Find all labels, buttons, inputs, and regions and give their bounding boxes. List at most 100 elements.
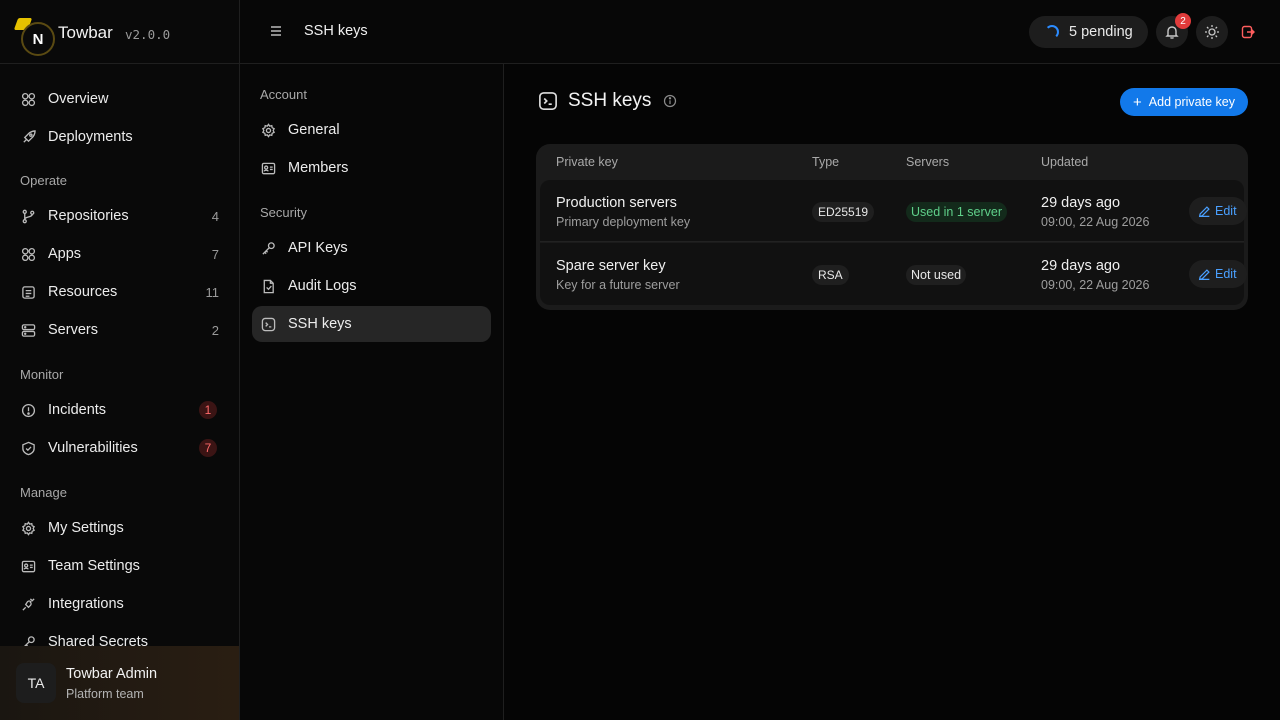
gear-icon <box>260 122 276 138</box>
sun-icon <box>1205 25 1219 39</box>
sidebar-item-count: 7 <box>211 246 219 262</box>
key-icon <box>260 240 276 256</box>
sidebar-item-team-settings[interactable]: Team Settings <box>0 547 239 585</box>
theme-toggle-button[interactable] <box>1196 16 1228 48</box>
brand-header: N Towbar v2.0.0 <box>0 0 239 64</box>
sidebar-item-apps[interactable]: Apps 7 <box>0 235 239 273</box>
sidebar-item-resources[interactable]: Resources 11 <box>0 273 239 311</box>
brand-name: Towbar <box>58 23 113 42</box>
subnav-item-ssh-keys[interactable]: SSH keys <box>252 306 491 342</box>
menu-icon[interactable] <box>270 24 282 38</box>
column-header-updated: Updated <box>1041 155 1089 169</box>
page-title: SSH keys <box>568 90 652 111</box>
subnav-item-general[interactable]: General <box>252 112 491 148</box>
sidebar-item-incidents[interactable]: Incidents 1 <box>0 391 239 429</box>
column-header-private-key: Private key <box>556 155 618 169</box>
user-card[interactable]: TA Towbar Admin Platform team <box>0 646 239 720</box>
notifications-button[interactable]: 2 <box>1156 13 1191 48</box>
shield-icon <box>20 440 36 456</box>
spinner-icon <box>1045 25 1059 39</box>
sidebar-item-label: Apps <box>48 246 82 262</box>
sidebar-item-servers[interactable]: Servers 2 <box>0 311 239 349</box>
subnav-item-label: SSH keys <box>288 316 352 332</box>
plug-icon <box>20 596 36 612</box>
subnav-item-members[interactable]: Members <box>252 150 491 186</box>
avatar: TA <box>16 663 56 703</box>
subnav-item-label: Members <box>288 160 349 176</box>
sidebar-item-count: 4 <box>211 208 219 224</box>
servers-usage-badge: Used in 1 server <box>906 202 1008 222</box>
subnav-item-label: Audit Logs <box>288 278 357 294</box>
ssh-keys-table: Private key Type Servers Updated Product… <box>536 144 1248 310</box>
database-icon <box>20 284 36 300</box>
page-breadcrumb: SSH keys <box>304 23 368 39</box>
alert-circle-icon <box>20 402 36 418</box>
sidebar-item-label: Team Settings <box>48 558 140 574</box>
updated-relative: 29 days ago <box>1041 195 1121 211</box>
info-icon[interactable] <box>663 94 677 108</box>
sidebar-item-label: Incidents <box>48 402 107 418</box>
updated-absolute: 09:00, 22 Aug 2026 <box>1041 278 1150 292</box>
sidebar: N Towbar v2.0.0 Overview Deployments Ope… <box>0 0 240 720</box>
subnav-group-security: Security <box>260 205 307 220</box>
brand-logo[interactable]: N <box>21 22 55 56</box>
servers-usage-badge: Not used <box>906 265 967 285</box>
user-meta: Towbar Admin Platform team <box>66 666 157 701</box>
sidebar-item-label: My Settings <box>48 520 124 536</box>
add-private-key-button[interactable]: + Add private key <box>1120 88 1248 116</box>
key-description: Key for a future server <box>556 278 680 292</box>
terminal-icon <box>260 316 276 332</box>
sidebar-item-label: Integrations <box>48 596 124 612</box>
table-row[interactable]: Production servers Primary deployment ke… <box>540 180 1247 242</box>
key-description: Primary deployment key <box>556 215 691 229</box>
key-name: Spare server key <box>556 258 666 274</box>
sidebar-item-label: Resources <box>48 284 118 300</box>
plus-icon: + <box>1133 93 1142 111</box>
sidebar-item-count: 11 <box>205 284 220 300</box>
settings-subnav: Account General Members Security API Key… <box>240 64 504 720</box>
edit-button[interactable]: Edit <box>1189 260 1247 288</box>
user-team: Platform team <box>66 686 144 701</box>
subnav-item-audit-logs[interactable]: Audit Logs <box>252 268 491 304</box>
column-header-servers: Servers <box>906 155 950 169</box>
gear-icon <box>20 520 36 536</box>
sidebar-item-label: Overview <box>48 91 109 107</box>
pending-label: 5 pending <box>1069 24 1133 40</box>
logout-icon[interactable] <box>1240 24 1256 40</box>
notification-count-badge: 2 <box>1175 13 1191 29</box>
subnav-item-api-keys[interactable]: API Keys <box>252 230 491 266</box>
file-icon <box>260 278 276 294</box>
sidebar-item-label: Vulnerabilities <box>48 440 138 456</box>
user-name: Towbar Admin <box>66 665 158 682</box>
edit-label: Edit <box>1215 267 1237 281</box>
brand-version: v2.0.0 <box>125 27 171 42</box>
key-name: Production servers <box>556 195 677 211</box>
sidebar-group-operate: Operate <box>20 172 67 188</box>
sidebar-item-my-settings[interactable]: My Settings <box>0 509 239 547</box>
key-type-badge: RSA <box>812 265 849 285</box>
sidebar-item-vulnerabilities[interactable]: Vulnerabilities 7 <box>0 429 239 467</box>
rocket-icon <box>20 129 36 145</box>
vulnerabilities-count-badge: 7 <box>199 439 217 457</box>
subnav-item-label: API Keys <box>288 240 348 256</box>
updated-relative: 29 days ago <box>1041 258 1121 274</box>
id-card-icon <box>260 160 276 176</box>
subnav-group-account: Account <box>260 87 307 102</box>
sidebar-item-count: 2 <box>211 322 219 338</box>
incidents-count-badge: 1 <box>199 401 217 419</box>
pending-jobs-button[interactable]: 5 pending <box>1029 16 1148 48</box>
sidebar-item-label: Repositories <box>48 208 129 224</box>
table-row[interactable]: Spare server key Key for a future server… <box>540 243 1247 305</box>
grid-icon <box>20 91 36 107</box>
edit-label: Edit <box>1215 204 1237 218</box>
pencil-icon <box>1198 268 1210 280</box>
sidebar-item-overview[interactable]: Overview <box>0 80 239 118</box>
edit-button[interactable]: Edit <box>1189 197 1247 225</box>
sidebar-group-monitor: Monitor <box>20 366 64 382</box>
main-content: SSH keys + Add private key Private key T… <box>504 64 1280 720</box>
sidebar-item-label: Servers <box>48 322 98 338</box>
sidebar-item-integrations[interactable]: Integrations <box>0 585 239 623</box>
sidebar-item-repositories[interactable]: Repositories 4 <box>0 197 239 235</box>
column-header-type: Type <box>812 155 840 169</box>
sidebar-item-deployments[interactable]: Deployments <box>0 118 239 156</box>
